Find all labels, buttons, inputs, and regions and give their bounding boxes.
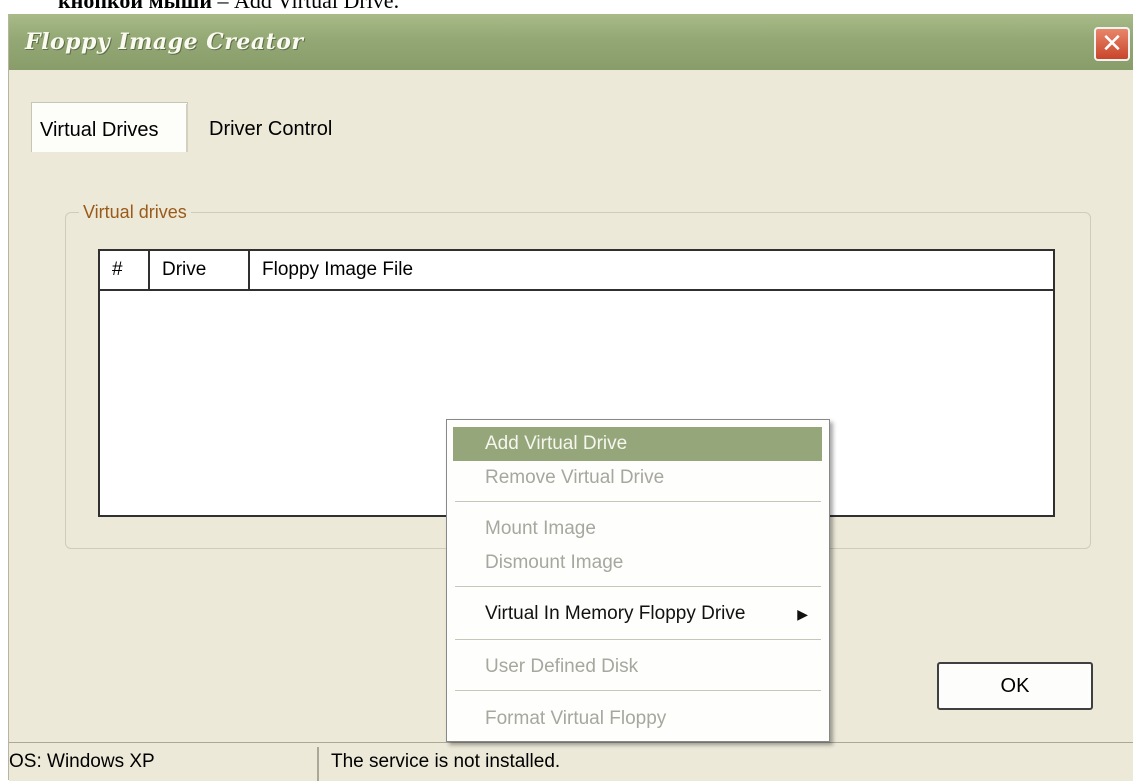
menu-item-add-virtual-drive[interactable]: Add Virtual Drive — [453, 427, 822, 461]
status-message: The service is not installed. — [331, 751, 561, 772]
document-caption: кнопкой мыши – Add Virtual Drive. — [58, 0, 399, 14]
tab-virtual-drives[interactable]: Virtual Drives — [31, 102, 188, 152]
menu-item-user-defined-disk[interactable]: User Defined Disk — [453, 650, 822, 684]
context-menu: Add Virtual Drive Remove Virtual Drive M… — [446, 419, 830, 742]
menu-separator — [455, 690, 821, 692]
list-header: # Drive Floppy Image File — [100, 251, 1053, 291]
menu-item-format-virtual-floppy[interactable]: Format Virtual Floppy — [453, 702, 822, 736]
column-header-image-file[interactable]: Floppy Image File — [250, 251, 1054, 289]
menu-item-dismount-image[interactable]: Dismount Image — [453, 546, 822, 580]
column-header-drive[interactable]: Drive — [150, 251, 250, 289]
menu-item-mount-image[interactable]: Mount Image — [453, 512, 822, 546]
group-label: Virtual drives — [79, 202, 191, 223]
close-button[interactable]: ✕ — [1094, 27, 1130, 61]
close-icon: ✕ — [1101, 28, 1123, 58]
menu-separator — [455, 639, 821, 641]
tab-driver-control[interactable]: Driver Control — [195, 102, 385, 152]
menu-separator — [455, 501, 821, 503]
status-bar: OS: Windows XP The service is not instal… — [9, 742, 1133, 781]
window-title: Floppy Image Creator — [25, 29, 304, 55]
status-separator — [317, 747, 319, 781]
menu-item-in-memory-floppy-label: Virtual In Memory Floppy Drive — [485, 603, 746, 624]
status-os: OS: Windows XP — [9, 751, 155, 772]
submenu-arrow-icon: ▶ — [797, 606, 808, 622]
ok-button[interactable]: OK — [937, 662, 1093, 710]
document-caption-rest: – Add Virtual Drive. — [212, 0, 400, 13]
menu-item-remove-virtual-drive[interactable]: Remove Virtual Drive — [453, 461, 822, 495]
column-header-number[interactable]: # — [100, 251, 150, 289]
title-bar[interactable]: Floppy Image Creator ✕ — [9, 14, 1133, 70]
menu-separator — [455, 586, 821, 588]
tab-separator — [186, 104, 188, 152]
document-caption-bold: кнопкой мыши — [58, 0, 212, 13]
menu-item-in-memory-floppy[interactable]: Virtual In Memory Floppy Drive ▶ — [453, 597, 822, 631]
